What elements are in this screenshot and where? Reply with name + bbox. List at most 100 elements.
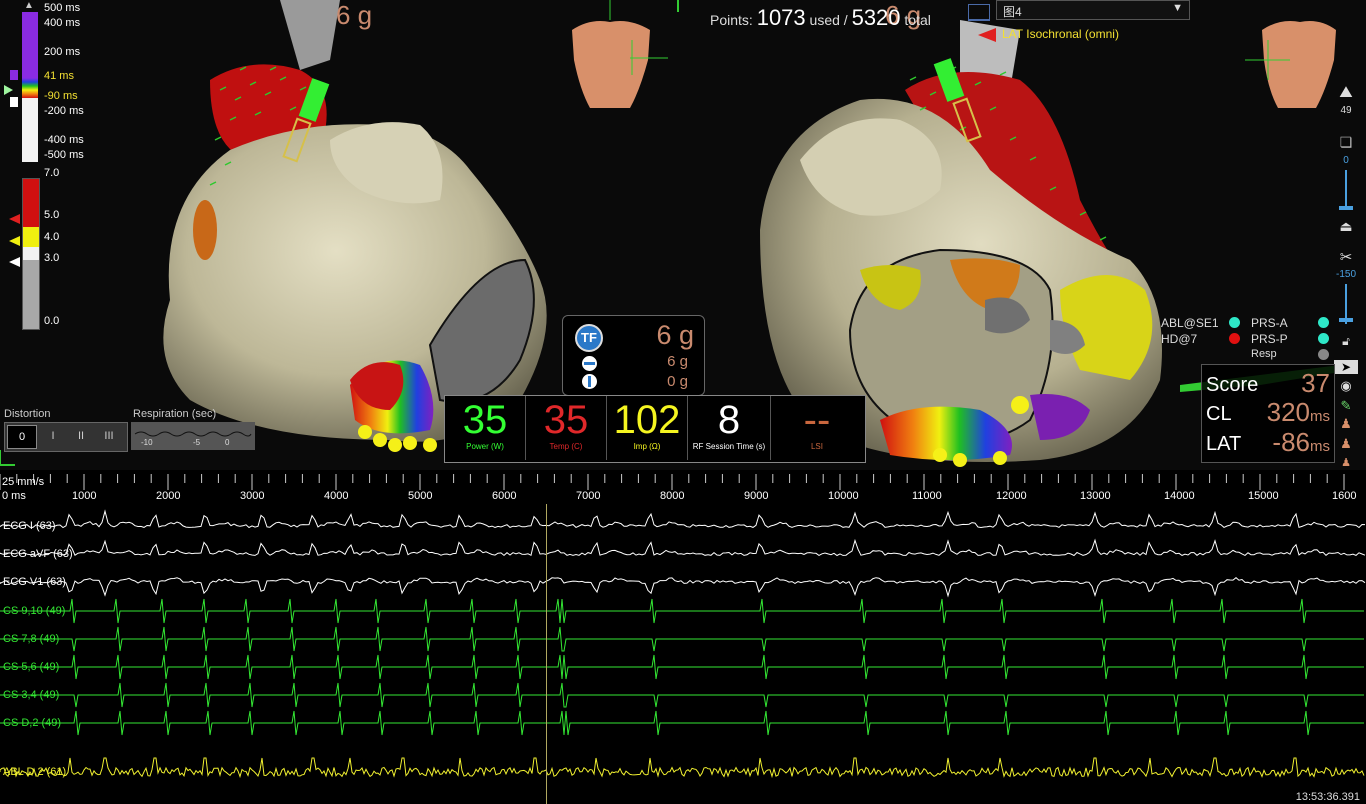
distortion-btn-2[interactable]: II [67,425,95,447]
resp-dot-icon[interactable] [1318,349,1329,363]
cursor-line[interactable] [546,504,547,804]
time-label: 5000 [408,490,433,502]
opacity-slider[interactable] [1345,170,1347,210]
zoom-value: 49 [1340,105,1352,116]
contact-force-left: 6 g [336,0,373,30]
pointer-icon[interactable]: ➤ [1334,360,1358,374]
rf-generator-panel: 35 Power (W) 35 Temp (C) 102 Imp (Ω) 8 R… [444,395,866,463]
zoom-mountain-icon[interactable]: ⛰ [1334,84,1358,102]
force-red-marker-icon[interactable] [9,214,20,224]
time-label: 2000 [156,490,181,502]
time-label: 10000 [828,490,859,502]
force-tick-5: 5.0 [44,209,60,221]
tf-badge-label: TF [581,330,597,345]
channel-trace [0,757,1365,779]
torso-orientation-icon-left [572,0,668,108]
distortion-selector[interactable]: 0 I II III [4,422,128,452]
tf-badge-icon: TF [575,324,603,352]
tag-icon[interactable]: ⏏ [1334,218,1358,235]
channel-trace [0,654,1364,680]
channel-label[interactable]: ECG I (63) [3,520,56,532]
power-value: 35 [462,398,508,442]
lock-icon[interactable]: 🔓︎ [1334,334,1358,349]
lat-value: -86 [1272,427,1310,457]
time-label: 1600 [1332,490,1357,502]
time-label: 12000 [996,490,1027,502]
lateral-force-icon [582,374,597,389]
catheter-hd-dot-icon[interactable] [1229,333,1240,347]
catheter-abl-dot-icon[interactable] [1229,317,1240,331]
lat-tick-400: 400 ms [44,17,81,29]
total-label: total [904,12,931,28]
channel-label[interactable]: ABL D,2 (61) [3,766,66,778]
channel-label[interactable]: CS 9,10 (49) [3,605,65,617]
map-view-icon[interactable] [968,4,990,21]
time-label: 9000 [744,490,769,502]
distortion-btn-3[interactable]: III [95,425,123,447]
total-force-value: 6 g [656,320,694,350]
prs-a-label: PRS-A [1251,316,1288,330]
prs-p-label: PRS-P [1251,332,1288,346]
ecg-traces [0,509,1366,779]
force-color-scale[interactable] [22,178,40,330]
time-axis[interactable]: 25 mm/s 0 ms 1000 2000 3000 4000 5000 6000 7000… [0,470,1366,504]
temp-label: Temp (C) [549,442,583,451]
prs-a-dot-icon[interactable] [1318,317,1329,331]
score-label: Score [1206,374,1259,396]
torso-view-icon-2[interactable]: ♟ [1334,436,1358,452]
channel-label[interactable]: CS 3,4 (49) [3,689,59,701]
force-white-marker-icon[interactable] [9,257,20,267]
lat-upper-marker-icon[interactable] [10,70,18,80]
channel-trace [0,682,1364,708]
distortion-btn-0[interactable]: 0 [7,425,37,449]
clip-slider-handle[interactable] [1339,318,1353,322]
lat-white-marker-icon[interactable] [10,97,18,107]
resp-tick-neg5: -5 [193,438,201,447]
lat-label: LAT [1206,433,1242,455]
lat-tick-500: 500 ms [44,2,81,14]
time-label: 4000 [324,490,349,502]
globe-icon[interactable]: ◉ [1334,378,1358,394]
map-viewport[interactable]: ▲ 500 ms 400 ms 200 ms 41 ms -90 ms -200… [0,0,1366,470]
torso-view-icon-3[interactable]: ♟ [1334,456,1358,469]
score-value: 37 [1301,368,1330,398]
temp-value: 35 [543,398,589,442]
opacity-slider-handle[interactable] [1339,206,1353,210]
channel-label[interactable]: CS 5,6 (49) [3,661,59,673]
lat-lower-marker-icon[interactable] [4,85,13,95]
lat-upper-value: 41 ms [44,70,74,82]
time-label: 14000 [1164,490,1195,502]
lsi-label: LSI [810,442,823,451]
power-label: Power (W) [466,442,504,451]
opacity-icon[interactable]: ❏ [1334,134,1358,151]
distortion-btn-1[interactable]: I [39,425,67,447]
axial-force-icon [582,356,597,371]
lat-unit: ms [1310,438,1330,455]
cl-readout: 320ms [1267,397,1330,428]
lat-scale-arrow-icon[interactable]: ▲ [24,0,34,11]
lat-tick-neg400: -400 ms [44,134,84,146]
lat-tick-neg500: -500 ms [44,149,84,161]
channel-label[interactable]: ECG aVF (63) [3,548,73,560]
catheter-icon[interactable]: ✎ [1334,398,1358,414]
lateral-force-value: 0 g [667,373,688,390]
lat-color-scale[interactable] [22,12,38,162]
cl-value: 320 [1266,397,1310,427]
cl-label: CL [1206,403,1232,425]
prs-p-dot-icon[interactable] [1318,333,1329,347]
session-cell: 8 RF Session Time (s) [688,396,771,460]
channel-label[interactable]: ECG V1 (63) [3,576,66,588]
ecg-waveforms[interactable]: ECG I (63) ECG aVF (63) ECG V1 (63) CS 9,10… [0,504,1366,804]
channel-label[interactable]: CS D,2 (49) [3,717,61,729]
time-label: 13000 [1080,490,1111,502]
scissors-icon[interactable]: ✂ [1334,248,1358,266]
force-yellow-marker-icon[interactable] [9,236,20,246]
force-tick-0: 0.0 [44,315,60,327]
torso-view-icon-1[interactable]: ♟ [1334,416,1358,432]
channel-label[interactable]: CS 7,8 (49) [3,633,59,645]
map-select-dropdown[interactable]: 图4 ▼ [996,0,1190,20]
catheter-hd-label: HD@7 [1161,332,1198,346]
catheter-abl-label: ABL@SE1 [1161,316,1219,330]
clock: 13:53:36.391 [1295,791,1360,803]
opacity-value: 0 [1343,155,1349,166]
